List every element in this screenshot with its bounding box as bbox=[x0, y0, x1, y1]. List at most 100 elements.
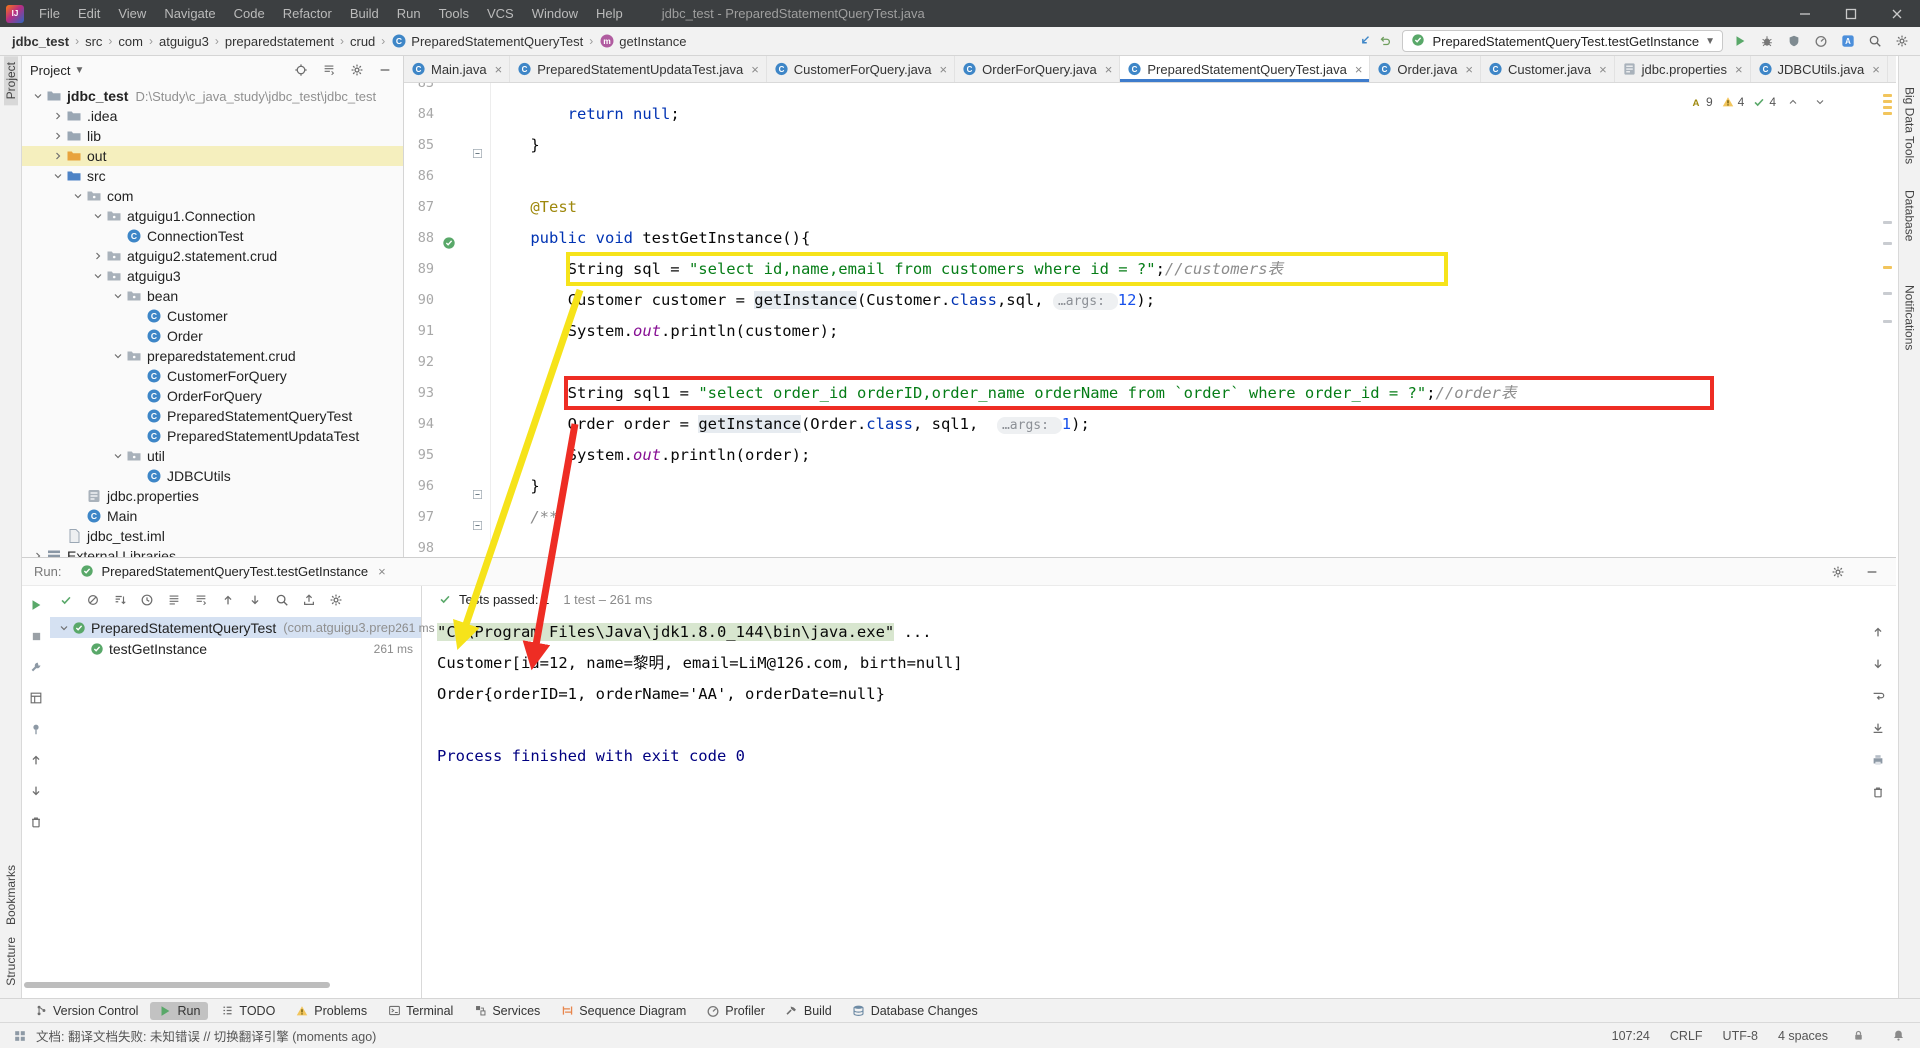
code-line-95[interactable]: 95 System.out.println(order); bbox=[404, 440, 1896, 471]
menu-vcs[interactable]: VCS bbox=[478, 0, 523, 27]
breadcrumb-getinstance[interactable]: m getInstance bbox=[597, 33, 688, 49]
status-item-utf-8[interactable]: UTF-8 bbox=[1723, 1029, 1758, 1043]
settings-button[interactable] bbox=[1892, 31, 1912, 51]
tree-item-customerforquery[interactable]: C CustomerForQuery bbox=[22, 366, 403, 386]
code-line-92[interactable]: 92 bbox=[404, 347, 1896, 378]
hide-button[interactable] bbox=[1862, 562, 1882, 582]
show-passed-button[interactable] bbox=[56, 590, 76, 610]
stripe-button-structure[interactable]: Structure bbox=[4, 931, 18, 992]
toolwindow-button-todo[interactable]: TODO bbox=[212, 1002, 283, 1020]
coverage-button[interactable] bbox=[1784, 31, 1804, 51]
tab-jdbc-properties[interactable]: jdbc.properties × bbox=[1615, 56, 1751, 82]
code-line-89[interactable]: 89 String sql = "select id,name,email fr… bbox=[404, 254, 1896, 285]
menu-build[interactable]: Build bbox=[341, 0, 388, 27]
down-button[interactable] bbox=[245, 590, 265, 610]
bell-button[interactable] bbox=[1888, 1026, 1908, 1046]
code-editor[interactable]: 8384 return null;85 }8687 @Test88 public… bbox=[404, 83, 1896, 557]
export-button[interactable] bbox=[299, 590, 319, 610]
close-icon[interactable]: × bbox=[1735, 62, 1743, 77]
run-button[interactable] bbox=[1730, 31, 1750, 51]
code-line-84[interactable]: 84 return null; bbox=[404, 99, 1896, 130]
inspection-ok[interactable]: 4 bbox=[1751, 94, 1776, 110]
tree-item-order[interactable]: C Order bbox=[22, 326, 403, 346]
menu-view[interactable]: View bbox=[109, 0, 155, 27]
test-tree-scrollbar[interactable] bbox=[24, 982, 330, 988]
settings-button[interactable] bbox=[347, 60, 367, 80]
collapse-all-button[interactable] bbox=[319, 60, 339, 80]
maximize-button[interactable] bbox=[1828, 0, 1874, 27]
chevron-right-icon[interactable] bbox=[50, 150, 66, 162]
chev-up-button[interactable] bbox=[1783, 92, 1803, 112]
rollback-button[interactable] bbox=[1375, 31, 1395, 51]
chevron-down-icon[interactable] bbox=[90, 210, 106, 222]
locate-button[interactable] bbox=[291, 60, 311, 80]
close-icon[interactable]: × bbox=[751, 62, 759, 77]
breadcrumb-jdbc-test[interactable]: jdbc_test bbox=[10, 34, 71, 49]
code-line-97[interactable]: 97 /** bbox=[404, 502, 1896, 533]
chevron-down-icon[interactable] bbox=[90, 270, 106, 282]
tree-item-jdbcutils[interactable]: C JDBCUtils bbox=[22, 466, 403, 486]
status-item-crlf[interactable]: CRLF bbox=[1670, 1029, 1703, 1043]
stripe-button-database[interactable]: Database bbox=[1903, 184, 1917, 247]
tree-item-lib[interactable]: lib bbox=[22, 126, 403, 146]
menu-code[interactable]: Code bbox=[225, 0, 274, 27]
breadcrumb-preparedstatementquerytest[interactable]: C PreparedStatementQueryTest bbox=[389, 33, 585, 49]
tree-item-idea[interactable]: .idea bbox=[22, 106, 403, 126]
show-ignored-button[interactable] bbox=[83, 590, 103, 610]
chevron-down-icon[interactable] bbox=[110, 350, 126, 362]
tree-item-preparedstatementupdatatest[interactable]: C PreparedStatementUpdataTest bbox=[22, 426, 403, 446]
menu-file[interactable]: File bbox=[30, 0, 69, 27]
chevron-right-icon[interactable] bbox=[50, 130, 66, 142]
tree-item-jdbc-properties[interactable]: jdbc.properties bbox=[22, 486, 403, 506]
toolwindow-button-profiler[interactable]: Profiler bbox=[698, 1002, 773, 1020]
menu-edit[interactable]: Edit bbox=[69, 0, 109, 27]
menu-run[interactable]: Run bbox=[388, 0, 430, 27]
close-icon[interactable]: × bbox=[495, 62, 503, 77]
close-icon[interactable]: × bbox=[1599, 62, 1607, 77]
run-tab[interactable]: PreparedStatementQueryTest.testGetInstan… bbox=[71, 558, 393, 585]
tab-orderforquery-java[interactable]: C OrderForQuery.java × bbox=[955, 56, 1121, 82]
menu-navigate[interactable]: Navigate bbox=[155, 0, 224, 27]
history-button[interactable] bbox=[137, 590, 157, 610]
wrench-button[interactable] bbox=[26, 657, 46, 677]
code-line-86[interactable]: 86 bbox=[404, 161, 1896, 192]
code-line-94[interactable]: 94 Order order = getInstance(Order.class… bbox=[404, 409, 1896, 440]
close-icon[interactable]: × bbox=[1465, 62, 1473, 77]
stop-button[interactable] bbox=[26, 626, 46, 646]
inspections-widget[interactable]: A9 44 bbox=[1688, 92, 1830, 112]
tree-item-jdbc-test-iml[interactable]: jdbc_test.iml bbox=[22, 526, 403, 546]
expand-all-button[interactable] bbox=[164, 590, 184, 610]
settings-button[interactable] bbox=[1828, 562, 1848, 582]
tree-item-out[interactable]: out bbox=[22, 146, 403, 166]
search-button[interactable] bbox=[1865, 31, 1885, 51]
tree-item-external-libraries[interactable]: External Libraries bbox=[22, 546, 403, 557]
code-line-98[interactable]: 98 bbox=[404, 533, 1896, 558]
toolwindow-button-database-changes[interactable]: Database Changes bbox=[844, 1002, 986, 1020]
tree-item-atguigu1-connection[interactable]: atguigu1.Connection bbox=[22, 206, 403, 226]
settings-button[interactable] bbox=[326, 590, 346, 610]
chevron-right-icon[interactable] bbox=[30, 550, 46, 557]
stripe-button-bookmarks[interactable]: Bookmarks bbox=[4, 859, 18, 931]
tree-item-bean[interactable]: bean bbox=[22, 286, 403, 306]
tree-item-atguigu3[interactable]: atguigu3 bbox=[22, 266, 403, 286]
toolwindow-button-terminal[interactable]: Terminal bbox=[379, 1002, 461, 1020]
up-button[interactable] bbox=[218, 590, 238, 610]
code-line-87[interactable]: 87 @Test bbox=[404, 192, 1896, 223]
breadcrumb-src[interactable]: src bbox=[83, 34, 104, 49]
search-button[interactable] bbox=[272, 590, 292, 610]
tab-order-java[interactable]: C Order.java × bbox=[1370, 56, 1481, 82]
stripe-button-big-data-tools[interactable]: Big Data Tools bbox=[1903, 81, 1917, 170]
tree-item-atguigu2-statement-crud[interactable]: atguigu2.statement.crud bbox=[22, 246, 403, 266]
menu-tools[interactable]: Tools bbox=[430, 0, 478, 27]
up-button[interactable] bbox=[1868, 622, 1888, 642]
clear-button[interactable] bbox=[26, 812, 46, 832]
toolwindow-button-version-control[interactable]: Version Control bbox=[26, 1002, 146, 1020]
toolwindow-button-services[interactable]: Services bbox=[465, 1002, 548, 1020]
inspection-warning[interactable]: 4 bbox=[1720, 94, 1744, 110]
menu-help[interactable]: Help bbox=[587, 0, 632, 27]
sort-asc-button[interactable] bbox=[110, 590, 130, 610]
run-configuration-select[interactable]: PreparedStatementQueryTest.testGetInstan… bbox=[1402, 30, 1723, 52]
clear-button[interactable] bbox=[1868, 782, 1888, 802]
code-line-90[interactable]: 90 Customer customer = getInstance(Custo… bbox=[404, 285, 1896, 316]
down-button[interactable] bbox=[26, 781, 46, 801]
